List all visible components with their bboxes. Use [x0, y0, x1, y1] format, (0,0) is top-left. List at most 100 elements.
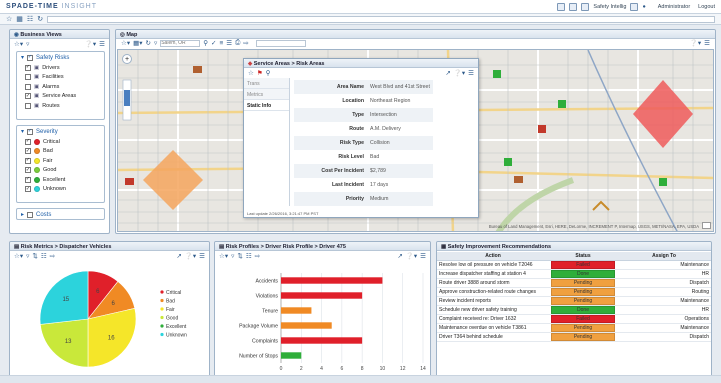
bar[interactable] — [281, 292, 363, 299]
search-icon[interactable]: ⚲ — [266, 69, 271, 77]
star-icon[interactable]: ☆ — [6, 15, 12, 23]
severity-header[interactable]: ▾ ✓ Severity — [21, 128, 100, 135]
bar-chart[interactable]: 0 2 4 6 8 10 12 14 Accidents Violations Tenure Pack… — [215, 261, 430, 375]
help-icon[interactable]: ❔▾ — [185, 252, 196, 260]
star-icon[interactable]: ☆▾ — [121, 39, 130, 47]
layers-icon[interactable]: ▦▾ — [133, 39, 142, 47]
driver-marker[interactable] — [538, 125, 546, 133]
export-icon[interactable]: ⇨ — [243, 39, 248, 47]
safety-risk-item[interactable]: ▣ Facilities — [21, 73, 100, 83]
zoom-in-button[interactable]: + — [122, 54, 132, 64]
popup-tab[interactable]: Trans — [244, 78, 289, 89]
group-icon[interactable]: ☷ — [41, 252, 47, 260]
refresh-icon[interactable]: ↻ — [146, 39, 151, 47]
menu-icon[interactable]: ☰ — [99, 40, 105, 48]
bar[interactable] — [281, 337, 363, 344]
zoom-handle[interactable] — [124, 90, 130, 106]
driver-marker[interactable] — [558, 100, 566, 108]
bar[interactable] — [281, 322, 332, 329]
link-icon[interactable]: ↗ — [397, 252, 402, 260]
construction-icon[interactable] — [592, 200, 610, 211]
table-row[interactable]: Resolve low oil pressure on vehicle T204… — [437, 260, 711, 270]
menu-icon[interactable]: ☰ — [468, 69, 474, 77]
bar[interactable] — [281, 352, 302, 359]
help-icon[interactable]: ❔▾ — [690, 39, 701, 47]
link-icon[interactable]: ↗ — [176, 252, 181, 260]
safety-risks-header[interactable]: ▾ ✓ Safety Risks — [21, 54, 100, 61]
star-icon[interactable]: ☆▾ — [14, 40, 23, 48]
severity-item[interactable]: ✓ Bad — [21, 147, 100, 157]
table-row[interactable]: Schedule new driver safety training Done H… — [437, 305, 711, 315]
menu-icon[interactable]: ☰ — [199, 252, 205, 260]
checkbox[interactable] — [25, 74, 31, 81]
help-icon[interactable]: ❔▾ — [454, 69, 465, 77]
export-icon[interactable]: ⇨ — [50, 252, 55, 260]
column-header[interactable]: Assign To — [617, 252, 711, 261]
safety-risk-item[interactable]: ✓ ▣ Service Areas — [21, 92, 100, 102]
truck-icon[interactable] — [125, 178, 134, 185]
checkbox[interactable]: ✓ — [25, 157, 31, 164]
home-icon[interactable] — [557, 3, 566, 11]
map-fullscreen-icon[interactable] — [702, 222, 711, 229]
safety-risk-item[interactable]: ▣ Alarms — [21, 82, 100, 92]
menu-icon[interactable]: ☰ — [704, 39, 710, 47]
star-icon[interactable]: ☆▾ — [219, 252, 228, 260]
collapse-icon[interactable]: ▾ — [21, 128, 24, 135]
table-row[interactable]: Complaint received re: Driver 1632 Failed… — [437, 314, 711, 324]
sort-icon[interactable]: ⇅ — [237, 252, 242, 260]
refresh-icon[interactable]: ↻ — [37, 15, 43, 23]
costs-group[interactable]: ▸ Costs — [16, 208, 105, 220]
logout-link[interactable]: Logout — [698, 4, 715, 10]
checkbox[interactable]: ✓ — [25, 64, 31, 71]
checkbox[interactable]: ✓ — [25, 176, 31, 183]
severity-item[interactable]: ✓ Good — [21, 166, 100, 176]
checkbox[interactable]: ✓ — [25, 167, 31, 174]
checkbox[interactable] — [25, 102, 31, 109]
table-row[interactable]: Approve construction-related route chang… — [437, 287, 711, 297]
group-icon[interactable]: ☷ — [246, 252, 252, 260]
export-icon[interactable]: ⇨ — [255, 252, 260, 260]
print-icon[interactable]: ⎙ — [235, 39, 240, 47]
column-header[interactable]: Action — [437, 252, 549, 261]
popup-tab[interactable]: Metrics — [244, 89, 289, 100]
user-name[interactable]: Administrator — [658, 4, 690, 10]
menu-icon[interactable]: ☰ — [420, 252, 426, 260]
bar[interactable] — [281, 277, 383, 284]
dashboard-icon[interactable] — [581, 3, 590, 11]
sort-icon[interactable]: ⇅ — [32, 252, 37, 260]
help-icon[interactable]: ❔▾ — [406, 252, 417, 260]
table-row[interactable]: Route driver 3888 around storm Pending Dis… — [437, 278, 711, 288]
pin-icon[interactable]: ✓ — [211, 39, 216, 47]
severity-item[interactable]: ✓ Fair — [21, 156, 100, 166]
checkbox[interactable]: ✓ — [25, 138, 31, 145]
filter-icon[interactable]: ▿ — [154, 39, 157, 47]
driver-marker[interactable] — [504, 158, 512, 166]
risk-area-bad[interactable] — [143, 150, 203, 210]
severity-item[interactable]: ✓ Critical — [21, 137, 100, 147]
popup-tab[interactable]: Static Info — [244, 100, 289, 111]
checkbox[interactable]: ✓ — [25, 148, 31, 155]
column-header[interactable]: Status — [549, 252, 617, 261]
safety-risks-checkbox[interactable]: ✓ — [27, 54, 34, 61]
filter-icon[interactable]: ▿ — [26, 252, 29, 260]
truck-icon[interactable] — [193, 66, 202, 73]
address-bar[interactable] — [47, 15, 715, 23]
collapse-icon[interactable]: ▾ — [21, 54, 24, 61]
grid-icon[interactable]: ☷ — [27, 15, 33, 23]
search-icon[interactable]: ⚲ — [203, 39, 208, 47]
link-icon[interactable]: ↗ — [445, 69, 450, 77]
costs-checkbox[interactable] — [27, 211, 34, 218]
pie-chart[interactable]: 66161315CriticalBadFairGoodExcellentUnkn… — [10, 261, 209, 375]
checkbox[interactable] — [25, 83, 31, 90]
help-icon[interactable] — [569, 3, 578, 11]
checkbox[interactable]: ✓ — [25, 93, 31, 100]
severity-item[interactable]: ✓ Excellent — [21, 175, 100, 185]
ruler-icon[interactable]: ≡ — [219, 40, 223, 47]
help-icon[interactable]: ❔▾ — [85, 40, 96, 48]
flag-icon[interactable]: ⚑ — [257, 69, 263, 77]
severity-item[interactable]: ✓ Unknown — [21, 185, 100, 195]
layout-icon[interactable]: ▦ — [16, 15, 23, 23]
table-row[interactable]: Maintenance overdue on vehicle T3861 Pend… — [437, 323, 711, 333]
table-row[interactable]: Review incident reports Pending Maintenanc… — [437, 296, 711, 306]
basemap-select[interactable] — [255, 39, 306, 47]
